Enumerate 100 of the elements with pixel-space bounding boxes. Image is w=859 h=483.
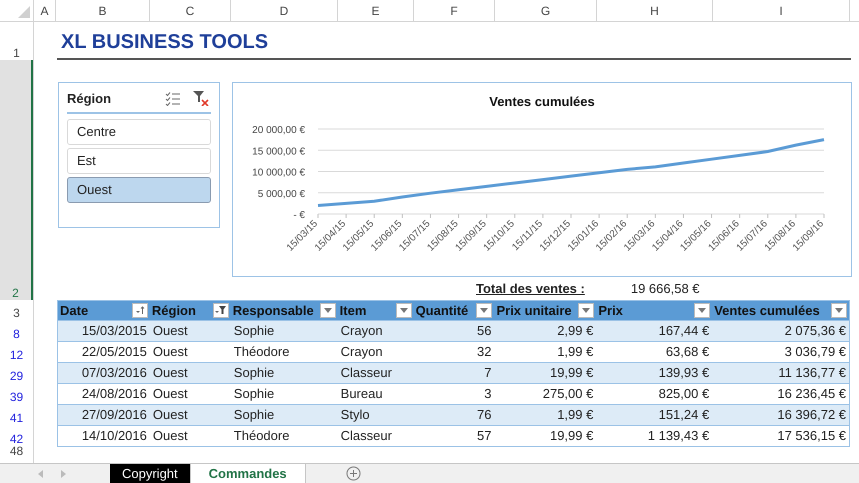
- slicer-item[interactable]: Centre: [67, 118, 211, 144]
- table-cell-text: 1 139,43 €: [646, 427, 710, 446]
- sheet-tab[interactable]: Commandes: [190, 464, 306, 483]
- row-header[interactable]: 8: [0, 320, 33, 341]
- slicer-item[interactable]: Ouest: [67, 176, 211, 202]
- column-header[interactable]: A: [34, 0, 56, 21]
- table-cell-text: 22/05/2015: [80, 343, 148, 362]
- dropdown-arrow-icon: [324, 308, 332, 313]
- slicer-title: Région: [67, 90, 112, 108]
- table-cell-text: 17 536,15 €: [776, 427, 848, 446]
- table-cell-text: Ouest: [152, 343, 189, 362]
- table-cell-text: 19,99 €: [548, 364, 594, 382]
- table-cell-text: 139,93 €: [658, 364, 710, 382]
- table-cell-text: Théodore: [232, 427, 290, 446]
- table-cell-text: 63,68 €: [664, 343, 710, 362]
- table-cell-text: Sophie: [232, 322, 276, 340]
- table-cell-text: Sophie: [232, 385, 276, 404]
- table-cell-text: 16 236,45 €: [776, 385, 848, 404]
- table-cell-text: Stylo: [340, 406, 371, 424]
- row-header[interactable]: 2: [0, 60, 33, 300]
- table-cell-text: 3 036,79 €: [784, 343, 848, 362]
- multi-select-icon[interactable]: [165, 92, 181, 106]
- total-label: Total des ventes :: [476, 280, 585, 298]
- row-header[interactable]: 42: [0, 425, 33, 446]
- filter-button[interactable]: [694, 303, 710, 318]
- sheet-tab[interactable]: Copyright: [110, 464, 191, 483]
- table-cell-text: Sophie: [232, 406, 276, 424]
- column-header[interactable]: H: [597, 0, 713, 21]
- row-header[interactable]: 29: [0, 362, 33, 383]
- filter-button[interactable]: [476, 303, 492, 318]
- table-cell-text: Crayon: [340, 343, 384, 362]
- table-cell-text: Sophie: [232, 364, 276, 382]
- table-cell-text: 27/09/2016: [80, 406, 148, 424]
- add-sheet-icon[interactable]: [346, 466, 361, 481]
- sheet-title: XL BUSINESS TOOLS: [60, 32, 270, 55]
- table-cell-text: 15/03/2015: [80, 322, 148, 340]
- table-cell-text: 16 396,72 €: [776, 406, 848, 424]
- table-cell-text: Classeur: [340, 427, 393, 446]
- slicer-item[interactable]: Est: [67, 148, 211, 174]
- table-cell-text: 19,99 €: [548, 427, 594, 446]
- table-cell-text: Bureau: [340, 385, 384, 404]
- column-header[interactable]: E: [338, 0, 414, 21]
- table-cell-text: 151,24 €: [658, 406, 710, 424]
- filter-button[interactable]: [132, 303, 148, 318]
- column-heading: Ventes cumulées: [714, 302, 820, 320]
- dropdown-arrow-icon: [835, 308, 844, 313]
- table-cell-text: Classeur: [340, 364, 393, 382]
- table-cell-text: 2 075,36 €: [784, 322, 848, 340]
- column-header[interactable]: F: [414, 0, 495, 21]
- table-cell-text: 1,99 €: [556, 406, 594, 424]
- table-cell-text: 07/03/2016: [80, 364, 148, 382]
- column-heading: Responsable: [232, 302, 314, 320]
- table-cell-text: Ouest: [152, 364, 189, 382]
- table-cell-text: 14/10/2016: [80, 427, 148, 446]
- dropdown-arrow-icon: [480, 308, 488, 313]
- table-cell-text: Ouest: [152, 322, 189, 340]
- table-cell-text: Théodore: [232, 343, 290, 362]
- dropdown-arrow-icon: [698, 308, 706, 313]
- column-heading: Prix: [598, 302, 623, 320]
- row-header[interactable]: 12: [0, 341, 33, 362]
- row-header[interactable]: 3: [0, 300, 33, 320]
- dropdown-arrow-icon: [582, 308, 590, 313]
- table-cell-text: Ouest: [152, 427, 189, 446]
- y-axis-label: - €: [293, 210, 305, 221]
- table-cell-text: Ouest: [152, 385, 189, 404]
- column-header[interactable]: G: [495, 0, 597, 21]
- table-cell-text: 275,00 €: [542, 385, 594, 404]
- filter-icon: [215, 306, 226, 315]
- chart-title: Ventes cumulées: [489, 94, 595, 109]
- row-header[interactable]: 1: [0, 22, 33, 60]
- row-header[interactable]: 39: [0, 383, 33, 404]
- column-header[interactable]: I: [713, 0, 850, 21]
- table-cell-text: 3: [483, 385, 492, 404]
- table-cell-text: 76: [476, 406, 492, 424]
- table-cell-text: 825,00 €: [658, 385, 710, 404]
- column-heading: Item: [340, 302, 366, 320]
- table-cell-text: 11 136,77 €: [777, 364, 848, 382]
- table-cell-text: 32: [476, 343, 492, 362]
- y-axis-label: 10 000,00 €: [252, 168, 305, 178]
- table-cell-text: 7: [483, 364, 492, 382]
- table-cell-text: 57: [476, 427, 492, 446]
- column-header[interactable]: C: [150, 0, 231, 21]
- column-header[interactable]: D: [231, 0, 338, 21]
- filter-button[interactable]: [831, 303, 848, 318]
- column-heading: Prix unitaire: [496, 302, 572, 320]
- sort-icon: [134, 306, 145, 315]
- table-cell-text: 56: [476, 322, 492, 340]
- column-heading: Date: [60, 302, 88, 320]
- column-header[interactable]: B: [56, 0, 150, 21]
- filter-button[interactable]: [578, 303, 594, 318]
- column-heading: Quantité: [416, 302, 468, 320]
- row-header[interactable]: 41: [0, 404, 33, 425]
- table-cell-text: 24/08/2016: [80, 385, 148, 404]
- y-axis-label: 20 000,00 €: [252, 125, 305, 136]
- table-cell-text: 1,99 €: [556, 343, 594, 362]
- filter-button[interactable]: [212, 303, 229, 318]
- filter-button[interactable]: [320, 303, 336, 318]
- clear-filter-icon[interactable]: [193, 91, 209, 106]
- filter-button[interactable]: [396, 303, 412, 318]
- row-header[interactable]: 48: [0, 446, 33, 458]
